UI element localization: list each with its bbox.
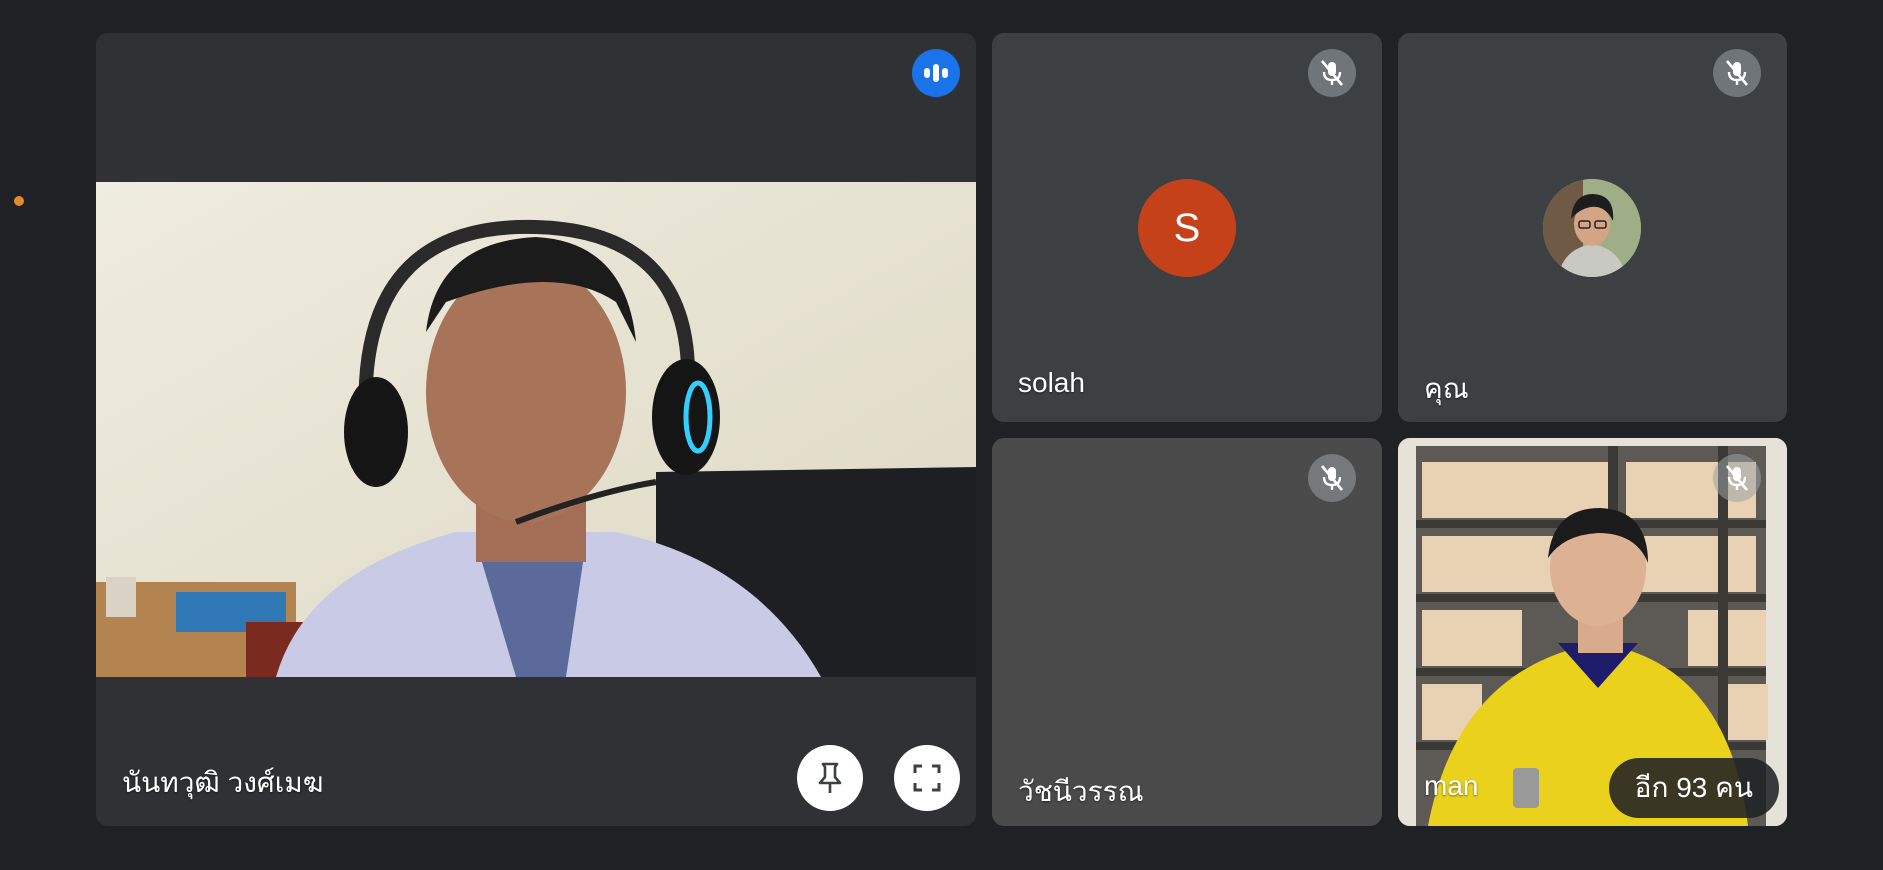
main-speaker-tile[interactable]: นันทวุฒิ วงศ์เมฆ — [96, 33, 976, 826]
participant-name-watchanee: วัชนีวรรณ — [1018, 776, 1144, 807]
muted-indicator — [1308, 454, 1356, 502]
mic-off-icon — [1321, 465, 1343, 491]
speaking-indicator — [912, 49, 960, 97]
participant-tile-you[interactable]: คุณ — [1398, 33, 1787, 422]
avatar-photo — [1543, 179, 1641, 277]
avatar — [1543, 179, 1641, 277]
speaker-video — [96, 182, 976, 677]
pin-button[interactable] — [797, 745, 863, 811]
fullscreen-icon — [913, 764, 941, 792]
mic-off-icon — [1726, 60, 1748, 86]
participant-name-you: คุณ — [1424, 373, 1469, 404]
participant-tile-man[interactable]: man อีก 93 คน — [1398, 438, 1787, 826]
more-participants-button[interactable]: อีก 93 คน — [1608, 758, 1779, 818]
participant-tile-solah[interactable]: S solah — [992, 33, 1382, 422]
fullscreen-button[interactable] — [894, 745, 960, 811]
mic-off-icon — [1321, 60, 1343, 86]
muted-indicator — [1308, 49, 1356, 97]
muted-indicator — [1713, 49, 1761, 97]
participant-tile-watchanee[interactable]: วัชนีวรรณ — [992, 438, 1382, 826]
participant-name-main: นันทวุฒิ วงศ์เมฆ — [122, 767, 324, 798]
participant-name-man: man — [1424, 770, 1479, 801]
participant-name-solah: solah — [1018, 367, 1085, 398]
avatar: S — [1138, 179, 1236, 277]
mic-off-icon — [1726, 465, 1748, 491]
pin-icon — [818, 762, 842, 793]
video-frame — [96, 182, 976, 677]
muted-indicator — [1713, 454, 1761, 502]
audio-wave-icon — [924, 64, 948, 82]
notification-dot — [14, 196, 24, 206]
